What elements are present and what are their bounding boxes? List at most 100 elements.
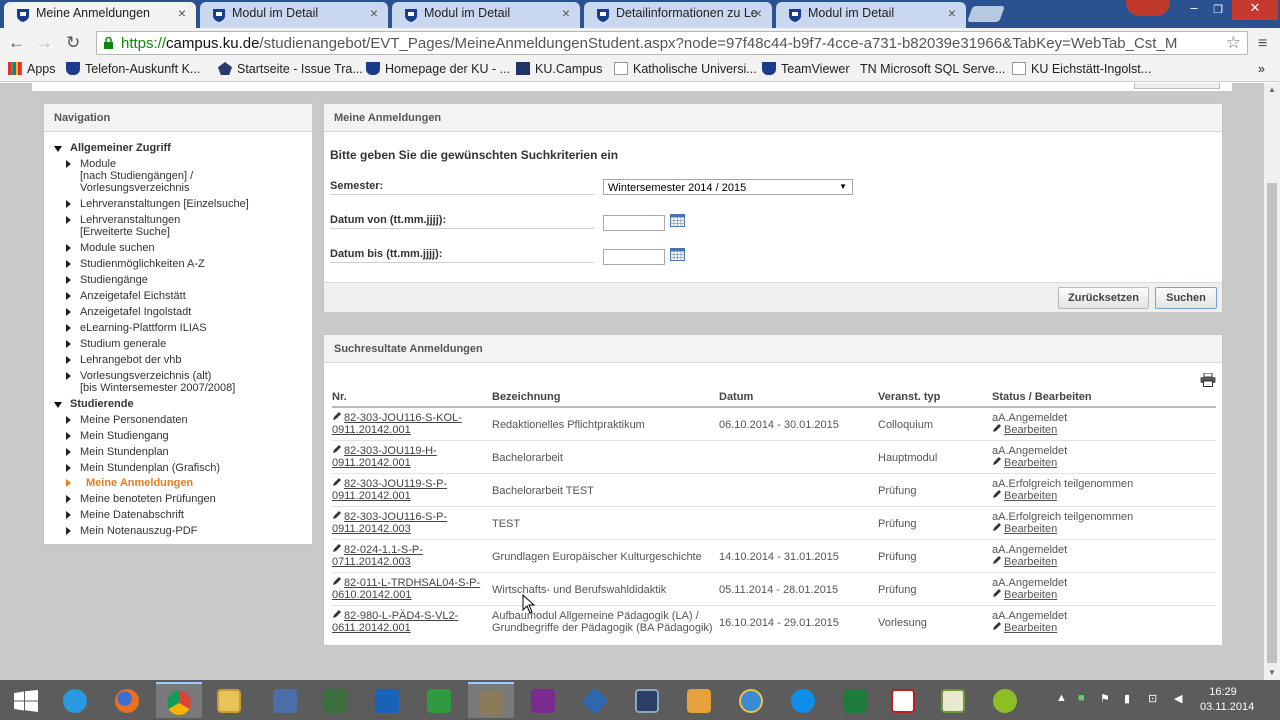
close-window-icon[interactable]: ✕ [1232, 0, 1278, 20]
bookmark-ku-campus[interactable]: KU.Campus [516, 62, 602, 76]
bookmark-katholische-universitaet[interactable]: Katholische Universi... [614, 62, 757, 76]
minimize-icon[interactable]: – [1182, 0, 1206, 20]
word-processor-icon[interactable] [930, 682, 976, 718]
network-icon[interactable]: ⊡ [1148, 692, 1157, 705]
nav-item-anzeigetafel-eichstaett[interactable]: Anzeigetafel Eichstätt [66, 290, 186, 302]
file-transfer-icon[interactable] [676, 682, 722, 718]
profile-avatar[interactable] [1126, 0, 1170, 16]
file-explorer-icon[interactable] [206, 682, 252, 718]
tab-meine-anmeldungen[interactable]: Meine Anmeldungen × [4, 2, 196, 28]
tab-close-icon[interactable]: × [562, 5, 570, 21]
tray-app-icon[interactable]: ■ [1078, 692, 1085, 704]
section-allgemeiner-zugriff[interactable]: Allgemeiner Zugriff [54, 142, 171, 154]
bookmark-telefon-auskunft[interactable]: Telefon-Auskunft K... [66, 62, 200, 76]
edit-link[interactable]: Bearbeiten [992, 490, 1133, 502]
edit-link[interactable]: Bearbeiten [992, 523, 1133, 535]
module-number-link[interactable]: 82-011-L-TRDHSAL04-S-P- 0610.20142.001 [332, 577, 487, 601]
bookmark-homepage-ku[interactable]: Homepage der KU - ... [366, 62, 510, 76]
nav-item-studienmoeglichkeiten[interactable]: Studienmöglichkeiten A-Z [66, 258, 205, 270]
reload-icon[interactable]: ↻ [66, 33, 80, 53]
nav-item-stundenplan[interactable]: Mein Stundenplan [66, 446, 169, 458]
calendar-icon[interactable] [670, 214, 685, 227]
edit-link[interactable]: Bearbeiten [992, 556, 1067, 568]
nav-item-notenauszug[interactable]: Mein Notenauszug-PDF [65, 525, 197, 537]
edit-link[interactable]: Bearbeiten [992, 424, 1067, 436]
tab-close-icon[interactable]: × [754, 5, 762, 21]
module-number-link[interactable]: 82-303-JOU119-H- 0911.20142.001 [332, 445, 487, 469]
gimp-icon[interactable] [468, 682, 514, 718]
tray-expand-icon[interactable]: ▲ [1056, 692, 1067, 704]
nav-item-module[interactable]: Module [nach Studiengängen] / Vorlesungs… [65, 158, 193, 194]
bookmark-star-icon[interactable]: ☆ [1226, 33, 1241, 53]
date-from-input[interactable] [603, 215, 665, 231]
network-tool-icon[interactable] [312, 682, 358, 718]
nav-item-personendaten[interactable]: Meine Personendaten [66, 414, 188, 426]
edit-link[interactable]: Bearbeiten [992, 457, 1067, 469]
nav-item-lv-erweitert[interactable]: Lehrveranstaltungen [Erweiterte Suche] [65, 214, 180, 238]
nav-item-benotete-pruefungen[interactable]: Meine benoteten Prüfungen [66, 493, 216, 505]
column-header-bezeichnung[interactable]: Bezeichnung [492, 391, 560, 403]
tab-close-icon[interactable]: × [948, 5, 956, 21]
nav-item-studiengang[interactable]: Mein Studiengang [66, 430, 169, 442]
nav-item-studiengaenge[interactable]: Studiengänge [66, 274, 148, 286]
calendar-icon[interactable] [670, 248, 685, 261]
back-arrow-icon[interactable]: ← [8, 33, 25, 53]
nav-item-stundenplan-grafisch[interactable]: Mein Stundenplan (Grafisch) [65, 462, 220, 474]
nav-item-vorlesungsverzeichnis-alt[interactable]: Vorlesungsverzeichnis (alt) [bis Winters… [65, 370, 235, 394]
new-tab-button[interactable] [967, 6, 1005, 22]
nav-item-vhb[interactable]: Lehrangebot der vhb [66, 354, 182, 366]
tab-modul-im-detail-3[interactable]: Modul im Detail × [776, 2, 966, 28]
reset-button[interactable]: Zurücksetzen [1058, 287, 1149, 309]
print-icon[interactable] [1200, 373, 1216, 387]
tab-detailinformationen[interactable]: Detailinformationen zu Le × [584, 2, 772, 28]
nav-item-studium-generale[interactable]: Studium generale [65, 338, 166, 350]
bookmark-ku-eichstaett[interactable]: KU Eichstätt-Ingolst... [1012, 62, 1151, 76]
scroll-up-icon[interactable]: ▲ [1268, 85, 1276, 94]
acrobat-icon[interactable] [880, 682, 926, 718]
outlook-icon[interactable] [364, 682, 410, 718]
module-number-link[interactable]: 82-303-JOU116-S-P- 0911.20142.003 [332, 511, 487, 535]
nav-item-anzeigetafel-ingolstadt[interactable]: Anzeigetafel Ingolstadt [65, 306, 191, 318]
chrome-icon[interactable] [156, 682, 202, 718]
start-button[interactable] [2, 682, 48, 718]
nav-item-module-suchen[interactable]: Module suchen [66, 242, 155, 254]
section-studierende[interactable]: Studierende [54, 398, 134, 410]
module-number-link[interactable]: 82-303-JOU116-S-KOL- 0911.20142.001 [332, 412, 487, 436]
power-icon[interactable]: ▮ [1124, 692, 1130, 705]
tab-modul-im-detail-2[interactable]: Modul im Detail × [392, 2, 580, 28]
firefox-icon[interactable] [104, 682, 150, 718]
tab-modul-im-detail-1[interactable]: Modul im Detail × [200, 2, 388, 28]
volume-icon[interactable]: ◀ [1174, 692, 1182, 705]
scroll-down-icon[interactable]: ▼ [1268, 668, 1276, 677]
module-number-link[interactable]: 82-024-1.1-S-P- 0711.20142.003 [332, 544, 487, 568]
tab-close-icon[interactable]: × [370, 5, 378, 21]
module-number-link[interactable]: 82-303-JOU119-S-P- 0911.20142.001 [332, 478, 487, 502]
scrollbar-thumb[interactable] [1267, 183, 1277, 663]
greenshot-icon[interactable] [982, 682, 1028, 718]
chrome-menu-icon[interactable]: ≡ [1258, 35, 1267, 53]
remote-desktop-icon[interactable] [262, 682, 308, 718]
bookmark-sql-server[interactable]: TN Microsoft SQL Serve... [860, 62, 1005, 76]
nav-item-meine-anmeldungen[interactable]: Meine Anmeldungen [65, 477, 193, 489]
rdp-manager-icon[interactable] [624, 682, 670, 718]
search-button[interactable]: Suchen [1155, 287, 1217, 309]
page-scrollbar[interactable]: ▲ ▼ [1264, 83, 1280, 680]
edit-link[interactable]: Bearbeiten [992, 589, 1067, 601]
bookmark-issue-tracker[interactable]: Startseite - Issue Tra... [218, 62, 363, 76]
edit-link[interactable]: Bearbeiten [992, 622, 1067, 634]
virtualbox-icon[interactable] [572, 682, 618, 718]
flag-icon[interactable]: ⚑ [1100, 692, 1110, 705]
onenote-icon[interactable] [520, 682, 566, 718]
date-to-input[interactable] [603, 249, 665, 265]
semester-select[interactable]: Wintersemester 2014 / 2015 ▼ [603, 179, 853, 195]
column-header-nr[interactable]: Nr. [332, 391, 347, 403]
forward-arrow-icon[interactable]: → [36, 33, 53, 53]
clock[interactable]: 16:29 03.11.2014 [1200, 685, 1254, 715]
bookmark-apps[interactable]: Apps [8, 62, 56, 76]
teamviewer-icon[interactable] [780, 682, 826, 718]
nav-item-lv-einzelsuche[interactable]: Lehrveranstaltungen [Einzelsuche] [66, 198, 249, 210]
excel-icon[interactable] [832, 682, 878, 718]
nav-item-datenabschrift[interactable]: Meine Datenabschrift [66, 509, 184, 521]
tab-close-icon[interactable]: × [178, 5, 186, 21]
column-header-typ[interactable]: Veranst. typ [878, 391, 940, 403]
